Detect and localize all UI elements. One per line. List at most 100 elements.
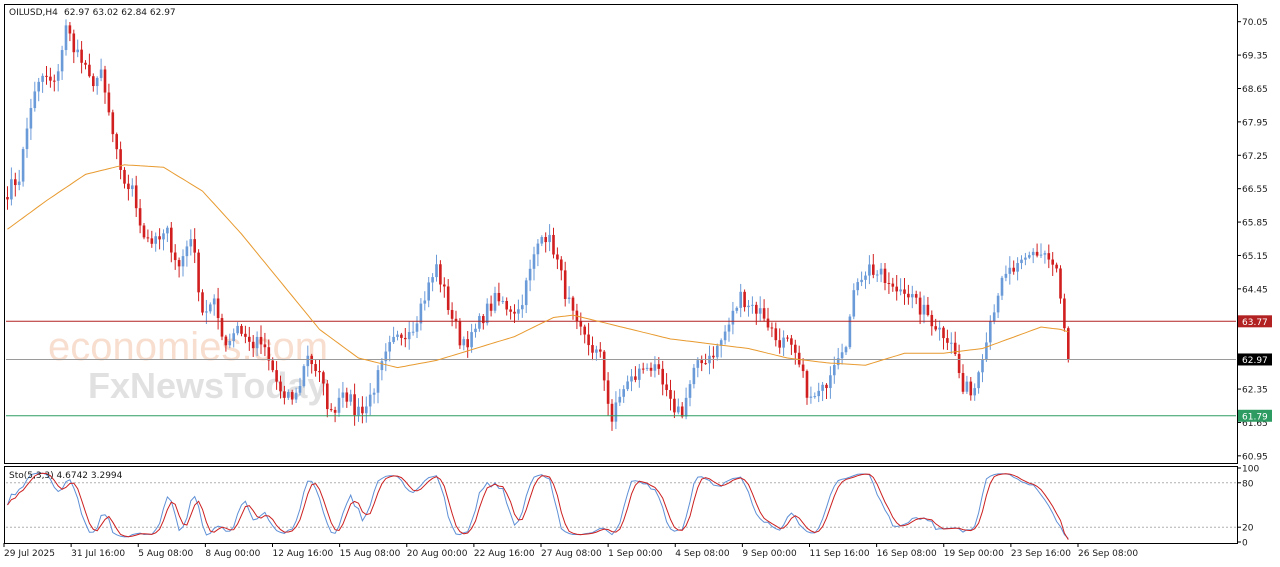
candle-body	[236, 325, 239, 334]
candle-body	[173, 252, 177, 261]
candle-body	[973, 388, 976, 396]
candle-body	[992, 312, 996, 322]
candle-body	[443, 284, 446, 287]
candle-body	[177, 260, 181, 267]
candle-body	[1059, 268, 1062, 299]
candle-body	[365, 406, 368, 414]
candle-body	[419, 303, 423, 324]
candle-body	[895, 286, 898, 292]
candle-body	[127, 183, 130, 190]
candle-body	[743, 291, 746, 308]
candle-body	[544, 237, 547, 243]
candle-body	[692, 367, 696, 385]
candle-body	[119, 149, 122, 170]
price-tick-label: 66.55	[1242, 185, 1268, 195]
price-tick-label: 70.05	[1242, 18, 1268, 28]
candle-body	[33, 91, 37, 109]
candle-body	[599, 349, 602, 352]
candle-body	[482, 316, 485, 324]
candle-body	[76, 49, 79, 53]
candle-body	[930, 314, 934, 327]
candle-body	[751, 304, 754, 306]
candle-body	[727, 324, 731, 332]
time-tick-label: 5 Aug 08:00	[138, 549, 193, 559]
candle-body	[162, 233, 165, 240]
candle-body	[372, 392, 376, 395]
candle-body	[298, 386, 302, 393]
candle-body	[934, 326, 937, 330]
candle-body	[548, 234, 551, 243]
candle-body	[844, 347, 848, 353]
candle-body	[478, 316, 481, 329]
candle-body	[302, 366, 306, 387]
candle-body	[996, 295, 1000, 313]
candle-body	[271, 360, 274, 371]
candle-body	[446, 286, 450, 310]
candle-body	[458, 321, 462, 346]
candle-body	[138, 208, 142, 226]
candle-body	[450, 309, 454, 319]
candle-body	[645, 367, 649, 369]
candle-body	[521, 305, 524, 310]
candle-body	[368, 394, 372, 407]
candle-body	[322, 372, 325, 384]
time-tick-label: 26 Sep 08:00	[1078, 549, 1138, 559]
candle-body	[287, 392, 290, 398]
level-labels: 63.77 62.97 61.79	[1238, 315, 1272, 422]
time-tick-label: 29 Jul 2025	[4, 549, 55, 559]
candle-body	[244, 333, 247, 337]
candle-body	[400, 334, 403, 338]
candle-body	[630, 376, 633, 382]
candle-body	[107, 92, 111, 113]
candle-body	[275, 370, 278, 382]
candle-body	[1028, 255, 1031, 258]
candle-body	[872, 264, 875, 275]
candle-body	[661, 368, 664, 385]
time-tick-label: 15 Aug 08:00	[340, 549, 401, 559]
time-tick-label: 19 Sep 00:00	[944, 549, 1004, 559]
candle-body	[938, 327, 941, 330]
candle-body	[197, 252, 200, 293]
candle-body	[361, 406, 364, 414]
candle-body	[435, 264, 438, 278]
candle-body	[64, 25, 68, 51]
candle-body	[680, 406, 684, 417]
candle-body	[267, 347, 271, 361]
time-tick-label: 22 Aug 16:00	[474, 549, 535, 559]
candle-body	[1067, 328, 1070, 360]
price-tick-label: 65.15	[1242, 252, 1268, 262]
candle-body	[981, 359, 984, 373]
candle-body	[638, 368, 641, 380]
candle-body	[80, 49, 83, 63]
candle-body	[154, 236, 157, 244]
candle-body	[228, 340, 232, 346]
candle-body	[634, 376, 637, 380]
price-tick-label: 64.45	[1242, 285, 1268, 295]
candle-body	[37, 81, 40, 92]
candle-body	[825, 384, 828, 389]
time-tick-label: 31 Jul 16:00	[71, 549, 125, 559]
candle-body	[189, 239, 193, 247]
candle-body	[864, 275, 867, 280]
candle-body	[259, 336, 263, 345]
candle-body	[517, 309, 520, 314]
price-tick-label: 62.35	[1242, 386, 1268, 396]
candle-body	[618, 396, 622, 403]
candle-body	[279, 381, 282, 392]
candle-body	[1016, 263, 1019, 272]
candle-body	[723, 331, 727, 341]
candle-body	[758, 308, 762, 314]
candle-body	[602, 351, 606, 381]
candle-body	[673, 398, 676, 413]
candle-body	[205, 311, 208, 313]
candle-body	[439, 264, 442, 285]
candle-body	[314, 364, 317, 371]
candle-body	[922, 304, 926, 315]
candle-body	[240, 325, 243, 334]
candle-body	[388, 342, 391, 352]
candle-body	[380, 361, 384, 371]
candle-body	[583, 326, 586, 335]
candle-body	[341, 392, 345, 398]
candle-body	[797, 352, 801, 365]
candle-body	[786, 337, 789, 339]
